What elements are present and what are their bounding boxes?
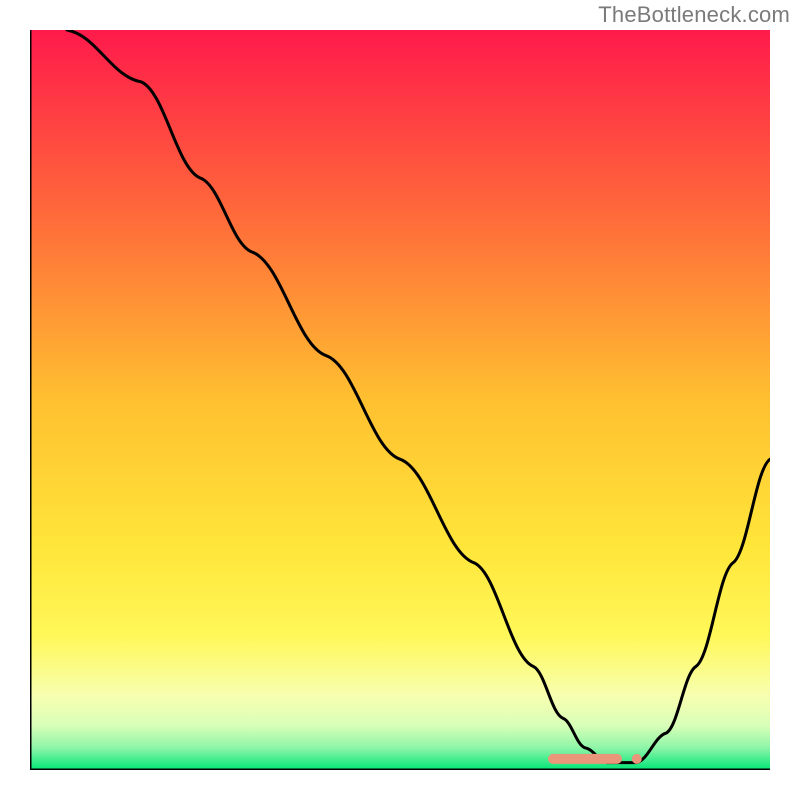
attribution-label: TheBottleneck.com (598, 2, 790, 28)
gradient-background (30, 30, 770, 770)
chart-container: TheBottleneck.com (0, 0, 800, 800)
plot-area (30, 30, 770, 770)
plot-svg (30, 30, 770, 770)
